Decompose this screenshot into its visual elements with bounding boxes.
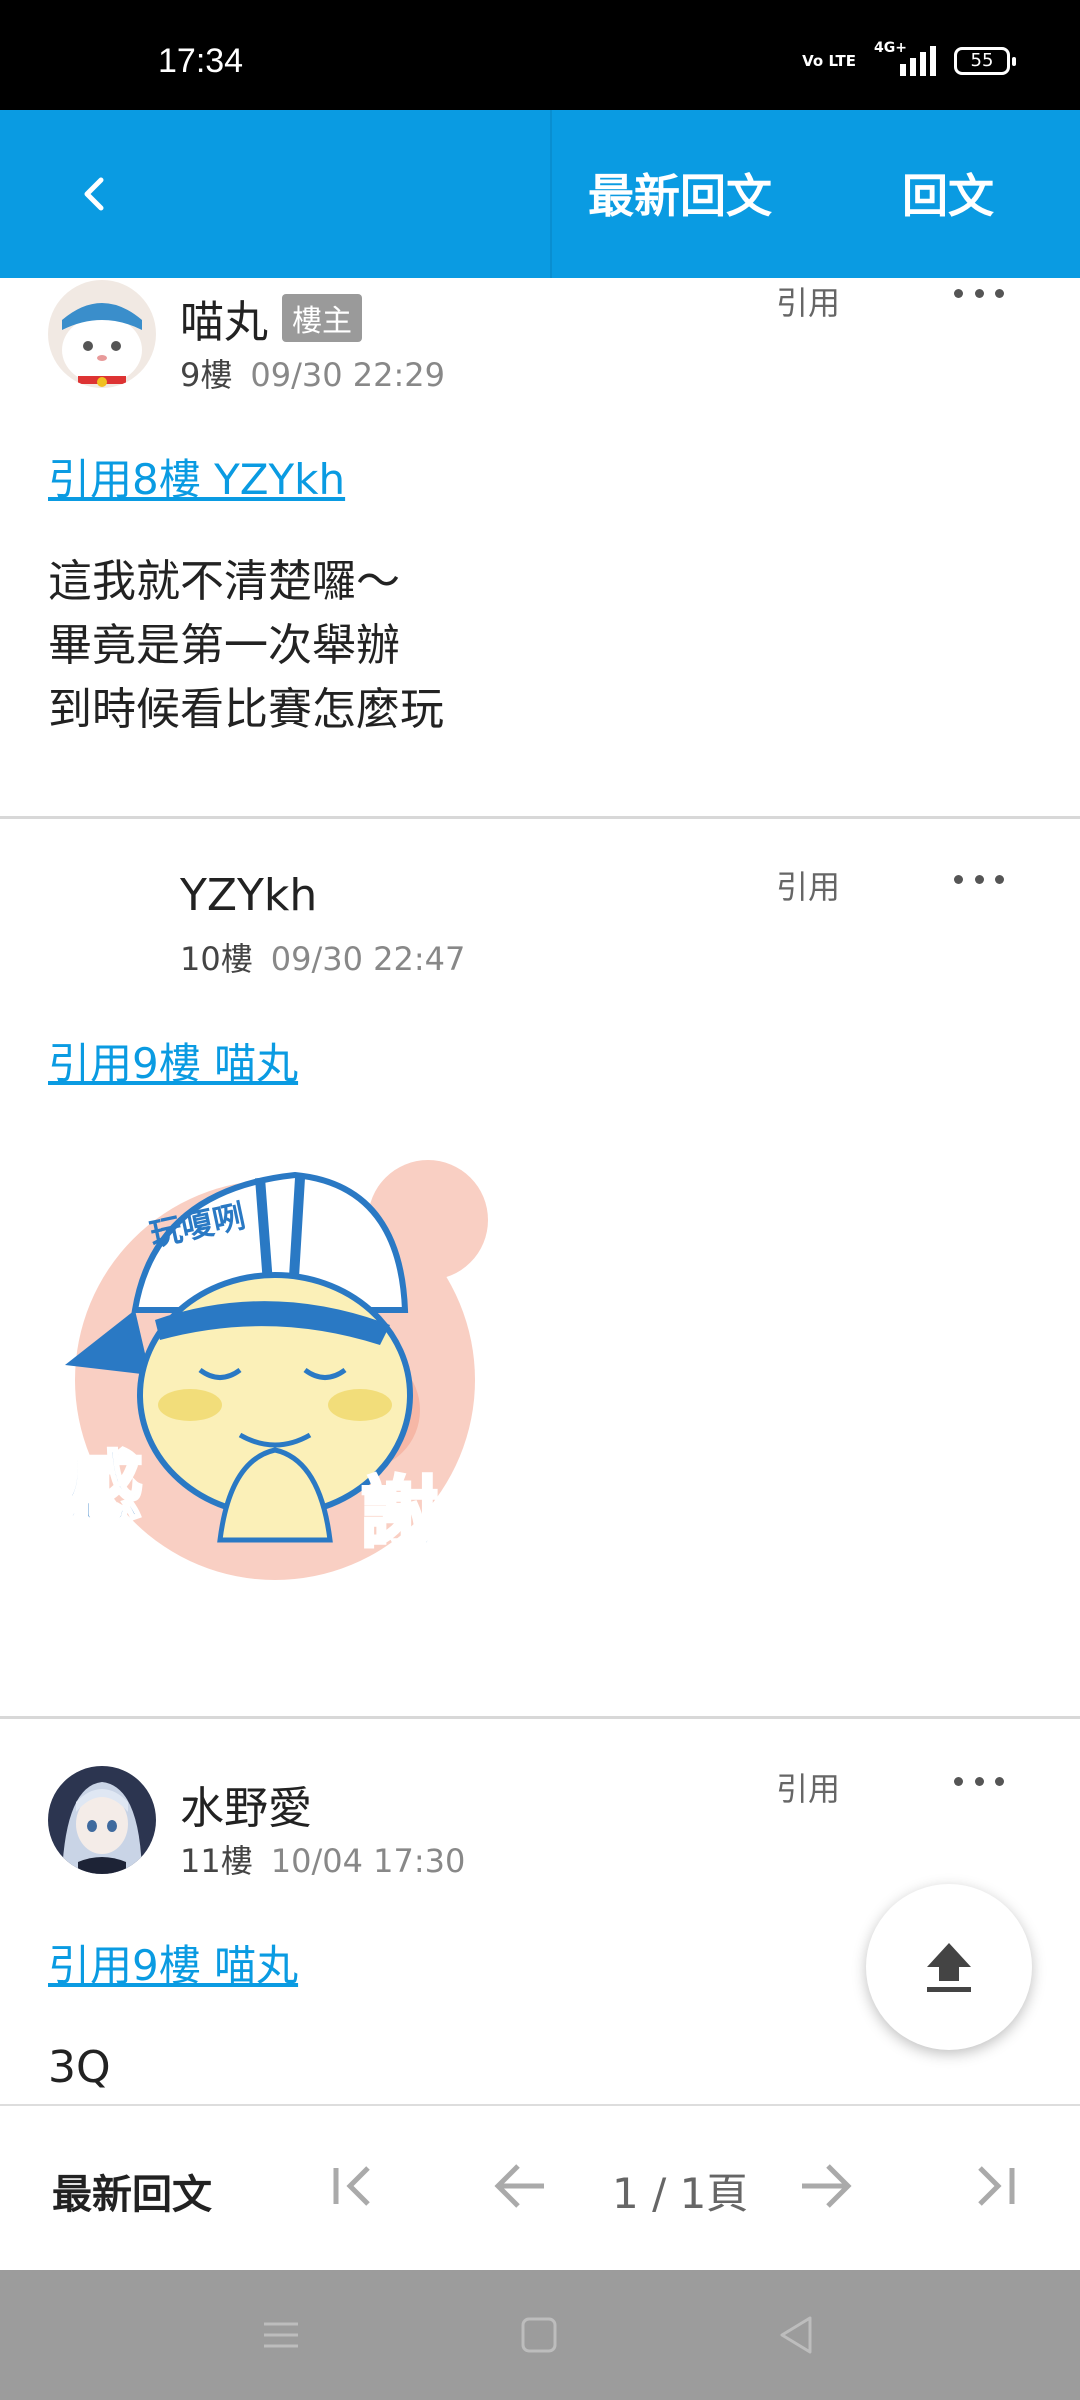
post-body: 這我就不清楚囉～ 畢竟是第一次舉辦 到時候看比賽怎麼玩 [48,550,444,742]
back-button[interactable] [55,154,135,234]
quote-link[interactable]: 引用8樓 YZYkh [48,446,345,507]
author-label: 喵丸 [180,297,268,348]
floor-number: 11樓 [180,1842,253,1880]
chevron-left-icon [84,177,104,211]
floor-number: 9樓 [180,356,233,394]
post-time: 09/30 22:47 [270,940,466,978]
latest-replies-button[interactable]: 最新回文 [588,160,772,226]
post-line: 3Q [48,2042,111,2093]
latest-replies-link[interactable]: 最新回文 [52,2162,212,2220]
volte-icon: Vo LTE [802,52,856,70]
status-time: 17:34 [158,42,244,80]
post-divider [0,816,1080,819]
system-nav-bar [0,2270,1080,2400]
first-page-icon[interactable] [324,2156,384,2216]
post-meta: 11樓 10/04 17:30 [180,1836,465,1882]
more-options-icon[interactable] [954,1766,1004,1796]
avatar-anime-girl[interactable] [48,1766,156,1874]
reply-button[interactable]: 回文 [902,160,994,226]
last-page-icon[interactable] [966,2156,1026,2216]
author-name[interactable]: 喵丸 樓主 [180,286,362,350]
post-meta: 10樓 09/30 22:47 [180,934,465,980]
sticker-left-char: 感 [65,1444,143,1534]
author-label: 水野愛 [180,1783,312,1834]
next-arrow-icon[interactable] [796,2156,856,2216]
quote-button[interactable]: 引用 [776,862,840,908]
scroll-top-button[interactable] [866,1884,1032,2050]
post-meta: 9樓 09/30 22:29 [180,350,445,396]
post-floor-9: 喵丸 樓主 9樓 09/30 22:29 引用 引用8樓 YZYkh 這我就不清楚… [0,278,1080,816]
more-options-icon[interactable] [954,278,1004,308]
author-name[interactable]: YZYkh [180,870,317,921]
post-body: 3Q [48,2036,111,2100]
quote-button[interactable]: 引用 [776,278,840,324]
upload-icon [927,1943,971,1992]
op-badge: 樓主 [282,294,362,342]
quote-link[interactable]: 引用9樓 喵丸 [48,1030,298,1091]
page-indicator: 1 / 1頁 [612,2169,749,2218]
thanks-sticker-image: 玩嗄咧 感 謝 [60,1160,490,1580]
quote-link[interactable]: 引用9樓 喵丸 [48,1932,298,1993]
post-divider [0,1716,1080,1719]
status-icons: Vo LTE 4G+ 55 [802,40,1016,76]
post-time: 10/04 17:30 [270,1842,466,1880]
avatar-cat[interactable] [48,280,156,388]
floor-number: 10樓 [180,940,253,978]
quote-button[interactable]: 引用 [776,1764,840,1810]
network-type: 4G+ [874,40,907,56]
pagination-bar: 最新回文 1 / 1頁 [0,2104,1080,2270]
signal-icon: 4G+ [874,40,936,76]
status-bar: 17:34 Vo LTE 4G+ 55 [0,0,1080,110]
menu-icon[interactable] [256,2310,306,2360]
prev-arrow-icon[interactable] [490,2156,550,2216]
app-bar: 最新回文 回文 [0,110,1080,278]
back-triangle-icon[interactable] [772,2310,822,2360]
app-bar-divider [550,110,552,278]
sticker-right-char: 謝 [360,1469,438,1559]
battery-icon: 55 [954,47,1016,75]
post-line: 到時候看比賽怎麼玩 [48,684,444,735]
more-options-icon[interactable] [954,864,1004,894]
post-time: 09/30 22:29 [250,356,445,394]
post-line: 畢竟是第一次舉辦 [48,620,400,671]
post-line: 這我就不清楚囉～ [48,556,400,607]
author-name[interactable]: 水野愛 [180,1772,312,1836]
author-label: YZYkh [180,870,318,921]
home-icon[interactable] [514,2310,564,2360]
